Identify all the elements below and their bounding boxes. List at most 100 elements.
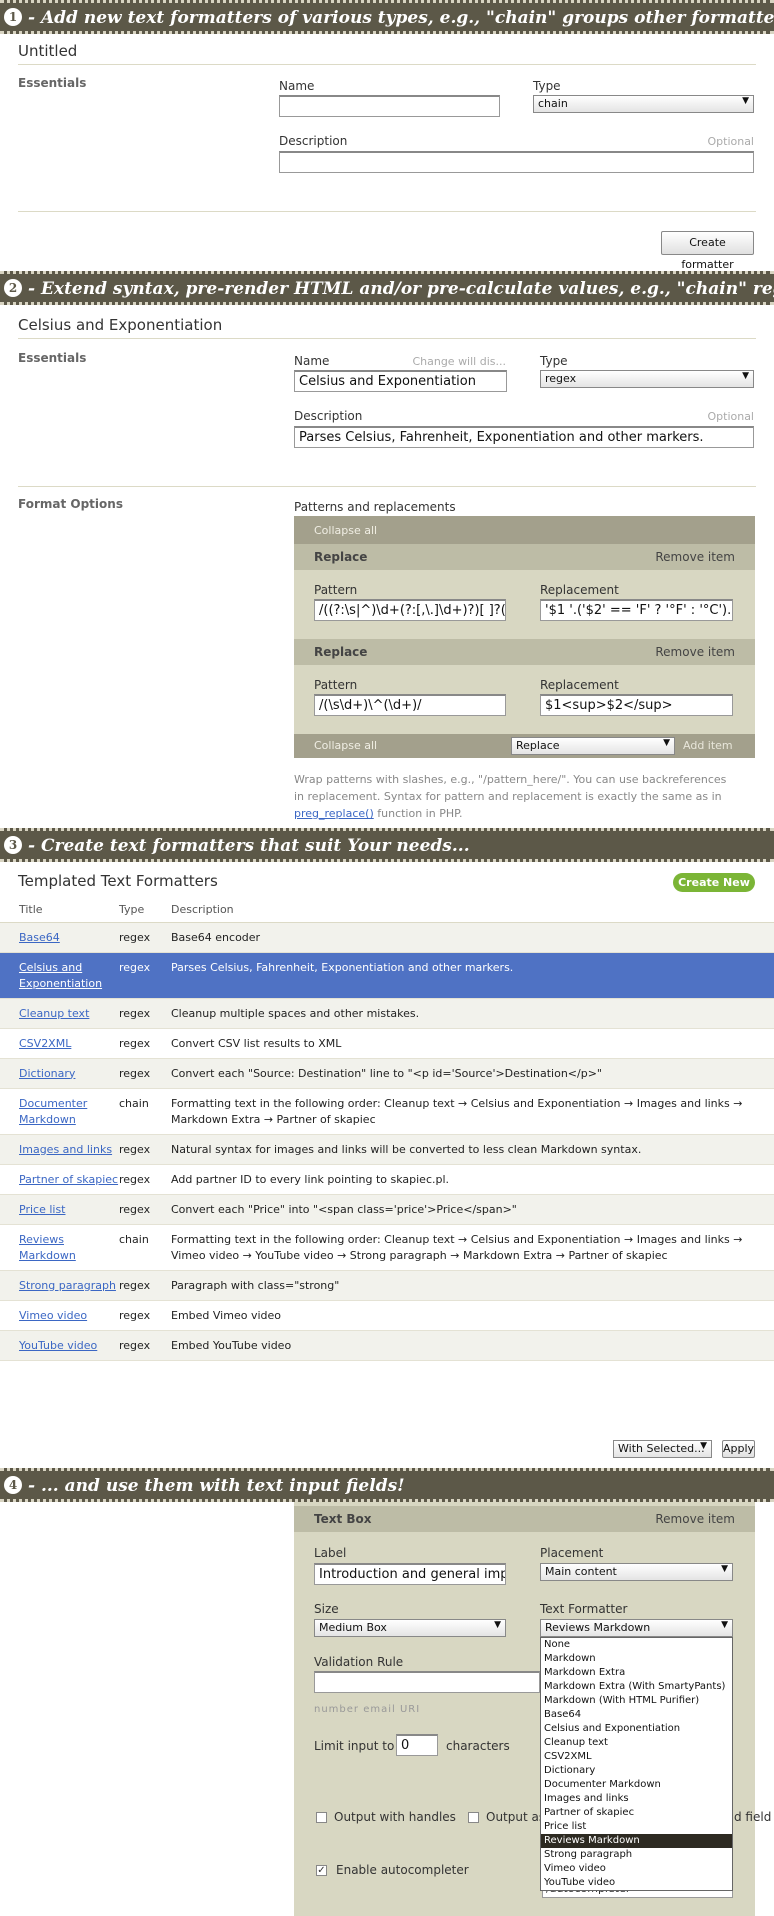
formatter-title-link[interactable]: Vimeo video (19, 1309, 87, 1322)
remove-item-link[interactable]: Remove item (655, 1506, 735, 1532)
size-select[interactable]: Medium Box ▼ (314, 1619, 506, 1637)
type-select[interactable]: chain ▼ (533, 95, 754, 113)
banner-4-text: - ... and use them with text input field… (28, 1476, 405, 1496)
description-input[interactable] (279, 151, 754, 173)
name-input[interactable]: Celsius and Exponentiation (294, 370, 507, 392)
placement-select[interactable]: Main content ▼ (540, 1563, 733, 1581)
formatter-title-link[interactable]: Dictionary (19, 1067, 75, 1080)
dropdown-option[interactable]: Partner of skapiec (541, 1806, 732, 1820)
table-row[interactable]: Cleanup text regex Cleanup multiple spaces… (0, 998, 774, 1029)
dropdown-option[interactable]: Cleanup text (541, 1736, 732, 1750)
replacement-input[interactable]: '$1 '.('$2' == 'F' ? '°F' : '°C').'$3 (540, 599, 733, 621)
divider (18, 338, 756, 339)
dropdown-option[interactable]: None (541, 1638, 732, 1652)
item-type-select[interactable]: Replace ▼ (511, 737, 675, 755)
title-cell: Strong paragraph (0, 1270, 119, 1301)
banner-2-text: - Extend syntax, pre-render HTML and/or … (28, 279, 774, 299)
autocompleter-label: Enable autocompleter (336, 1863, 469, 1877)
column-header-description[interactable]: Description (171, 898, 774, 923)
optional-hint: Optional (707, 135, 754, 148)
dropdown-option[interactable]: Reviews Markdown (541, 1834, 732, 1848)
table-row[interactable]: Base64 regex Base64 encoder (0, 922, 774, 953)
dropdown-option[interactable]: Markdown (541, 1652, 732, 1666)
dropdown-option[interactable]: Markdown (With HTML Purifier) (541, 1694, 732, 1708)
table-row[interactable]: Documenter Markdown chain Formatting text … (0, 1088, 774, 1135)
table-row[interactable]: Partner of skapiec regex Add partner ID to… (0, 1164, 774, 1195)
apply-button[interactable]: Apply (722, 1440, 755, 1458)
formatter-title-link[interactable]: Cleanup text (19, 1007, 89, 1020)
with-selected-select[interactable]: With Selected... ▼ (613, 1440, 712, 1458)
formatter-title-link[interactable]: Price list (19, 1203, 66, 1216)
name-input[interactable] (279, 95, 500, 117)
formatter-title-link[interactable]: Documenter Markdown (19, 1097, 87, 1126)
pattern-label: Pattern (314, 583, 358, 597)
table-row[interactable]: YouTube video regex Embed YouTube video (0, 1330, 774, 1361)
text-formatter-select[interactable]: Reviews Markdown ▼ (540, 1619, 733, 1637)
column-header-title[interactable]: Title (0, 898, 119, 923)
table-row[interactable]: Price list regex Convert each "Price" into… (0, 1194, 774, 1225)
dropdown-option[interactable]: Markdown Extra (With SmartyPants) (541, 1680, 732, 1694)
table-row[interactable]: Images and links regex Natural syntax for … (0, 1134, 774, 1165)
limit-input[interactable]: 0 (396, 1734, 438, 1756)
collapse-all-link[interactable]: Collapse all (314, 524, 377, 537)
collapse-all-link[interactable]: Collapse all (314, 739, 377, 752)
description-cell: Paragraph with class="strong" (171, 1270, 774, 1301)
dropdown-option[interactable]: Vimeo video (541, 1862, 732, 1876)
banner-1: 1 - Add new text formatters of various ty… (0, 0, 774, 34)
dropdown-option[interactable]: YouTube video (541, 1876, 732, 1890)
formatter-title-link[interactable]: Partner of skapiec (19, 1173, 118, 1186)
dropdown-option[interactable]: Documenter Markdown (541, 1778, 732, 1792)
divider (18, 64, 756, 65)
replacement-input[interactable]: $1<sup>$2</sup> (540, 694, 733, 716)
type-cell: regex (119, 952, 171, 999)
formatter-title-link[interactable]: Images and links (19, 1143, 112, 1156)
formatter-title-link[interactable]: Reviews Markdown (19, 1233, 76, 1262)
formatter-title-link[interactable]: YouTube video (19, 1339, 97, 1352)
table-row[interactable]: CSV2XML regex Convert CSV list results to … (0, 1028, 774, 1059)
title-cell: Cleanup text (0, 998, 119, 1029)
dropdown-option[interactable]: Strong paragraph (541, 1848, 732, 1862)
formatter-title-link[interactable]: CSV2XML (19, 1037, 71, 1050)
title-cell: Dictionary (0, 1058, 119, 1089)
create-formatter-button[interactable]: Create formatter (661, 231, 754, 271)
dropdown-option[interactable]: Dictionary (541, 1764, 732, 1778)
column-header-type[interactable]: Type (119, 898, 171, 923)
formatter-title-link[interactable]: Base64 (19, 931, 60, 944)
chevron-down-icon: ▼ (663, 738, 670, 748)
dropdown-option[interactable]: Markdown Extra (541, 1666, 732, 1680)
description-cell: Base64 encoder (171, 922, 774, 953)
table-row[interactable]: Reviews Markdown chain Formatting text in … (0, 1224, 774, 1271)
title-cell: Reviews Markdown (0, 1224, 119, 1271)
description-input[interactable]: Parses Celsius, Fahrenheit, Exponentiati… (294, 426, 754, 448)
table-row[interactable]: Vimeo video regex Embed Vimeo video (0, 1300, 774, 1331)
autocompleter-checkbox[interactable]: ✓ (316, 1865, 327, 1876)
pattern-input[interactable]: /(\s\d+)\^(\d+)/ (314, 694, 506, 716)
remove-item-link[interactable]: Remove item (655, 639, 735, 665)
dropdown-option[interactable]: Images and links (541, 1792, 732, 1806)
dropdown-option[interactable]: Celsius and Exponentiation (541, 1722, 732, 1736)
dropdown-option[interactable]: Base64 (541, 1708, 732, 1722)
output-as-checkbox[interactable] (468, 1812, 479, 1823)
text-box-header[interactable]: Text Box Remove item (294, 1506, 755, 1532)
remove-item-link[interactable]: Remove item (655, 544, 735, 570)
formatter-title-link[interactable]: Celsius and Exponentiation (19, 961, 102, 990)
description-cell: Formatting text in the following order: … (171, 1088, 774, 1135)
replace-item-header[interactable]: Replace Remove item (294, 544, 755, 570)
name-label: Name (279, 79, 315, 93)
table-row[interactable]: Dictionary regex Convert each "Source: Des… (0, 1058, 774, 1089)
output-handles-checkbox[interactable] (316, 1812, 327, 1823)
table-row[interactable]: Celsius and Exponentiation regex Parses Ce… (0, 952, 774, 999)
pattern-input[interactable]: /((?:\s|^)\d+(?:[,\.]\d+)?)[ ]?( (314, 599, 506, 621)
table-row[interactable]: Strong paragraph regex Paragraph with clas… (0, 1270, 774, 1301)
dropdown-option[interactable]: Price list (541, 1820, 732, 1834)
create-new-button[interactable]: Create New (673, 873, 755, 892)
add-item-button[interactable]: Add item (683, 739, 733, 752)
preg-replace-link[interactable]: preg_replace() (294, 807, 374, 820)
label-input[interactable]: Introduction and general impr (314, 1563, 506, 1585)
formatter-title-link[interactable]: Strong paragraph (19, 1279, 116, 1292)
dropdown-option[interactable]: CSV2XML (541, 1750, 732, 1764)
divider (18, 486, 756, 487)
replace-item-header[interactable]: Replace Remove item (294, 639, 755, 665)
type-select[interactable]: regex ▼ (540, 370, 754, 388)
validation-rule-input[interactable] (314, 1671, 540, 1693)
